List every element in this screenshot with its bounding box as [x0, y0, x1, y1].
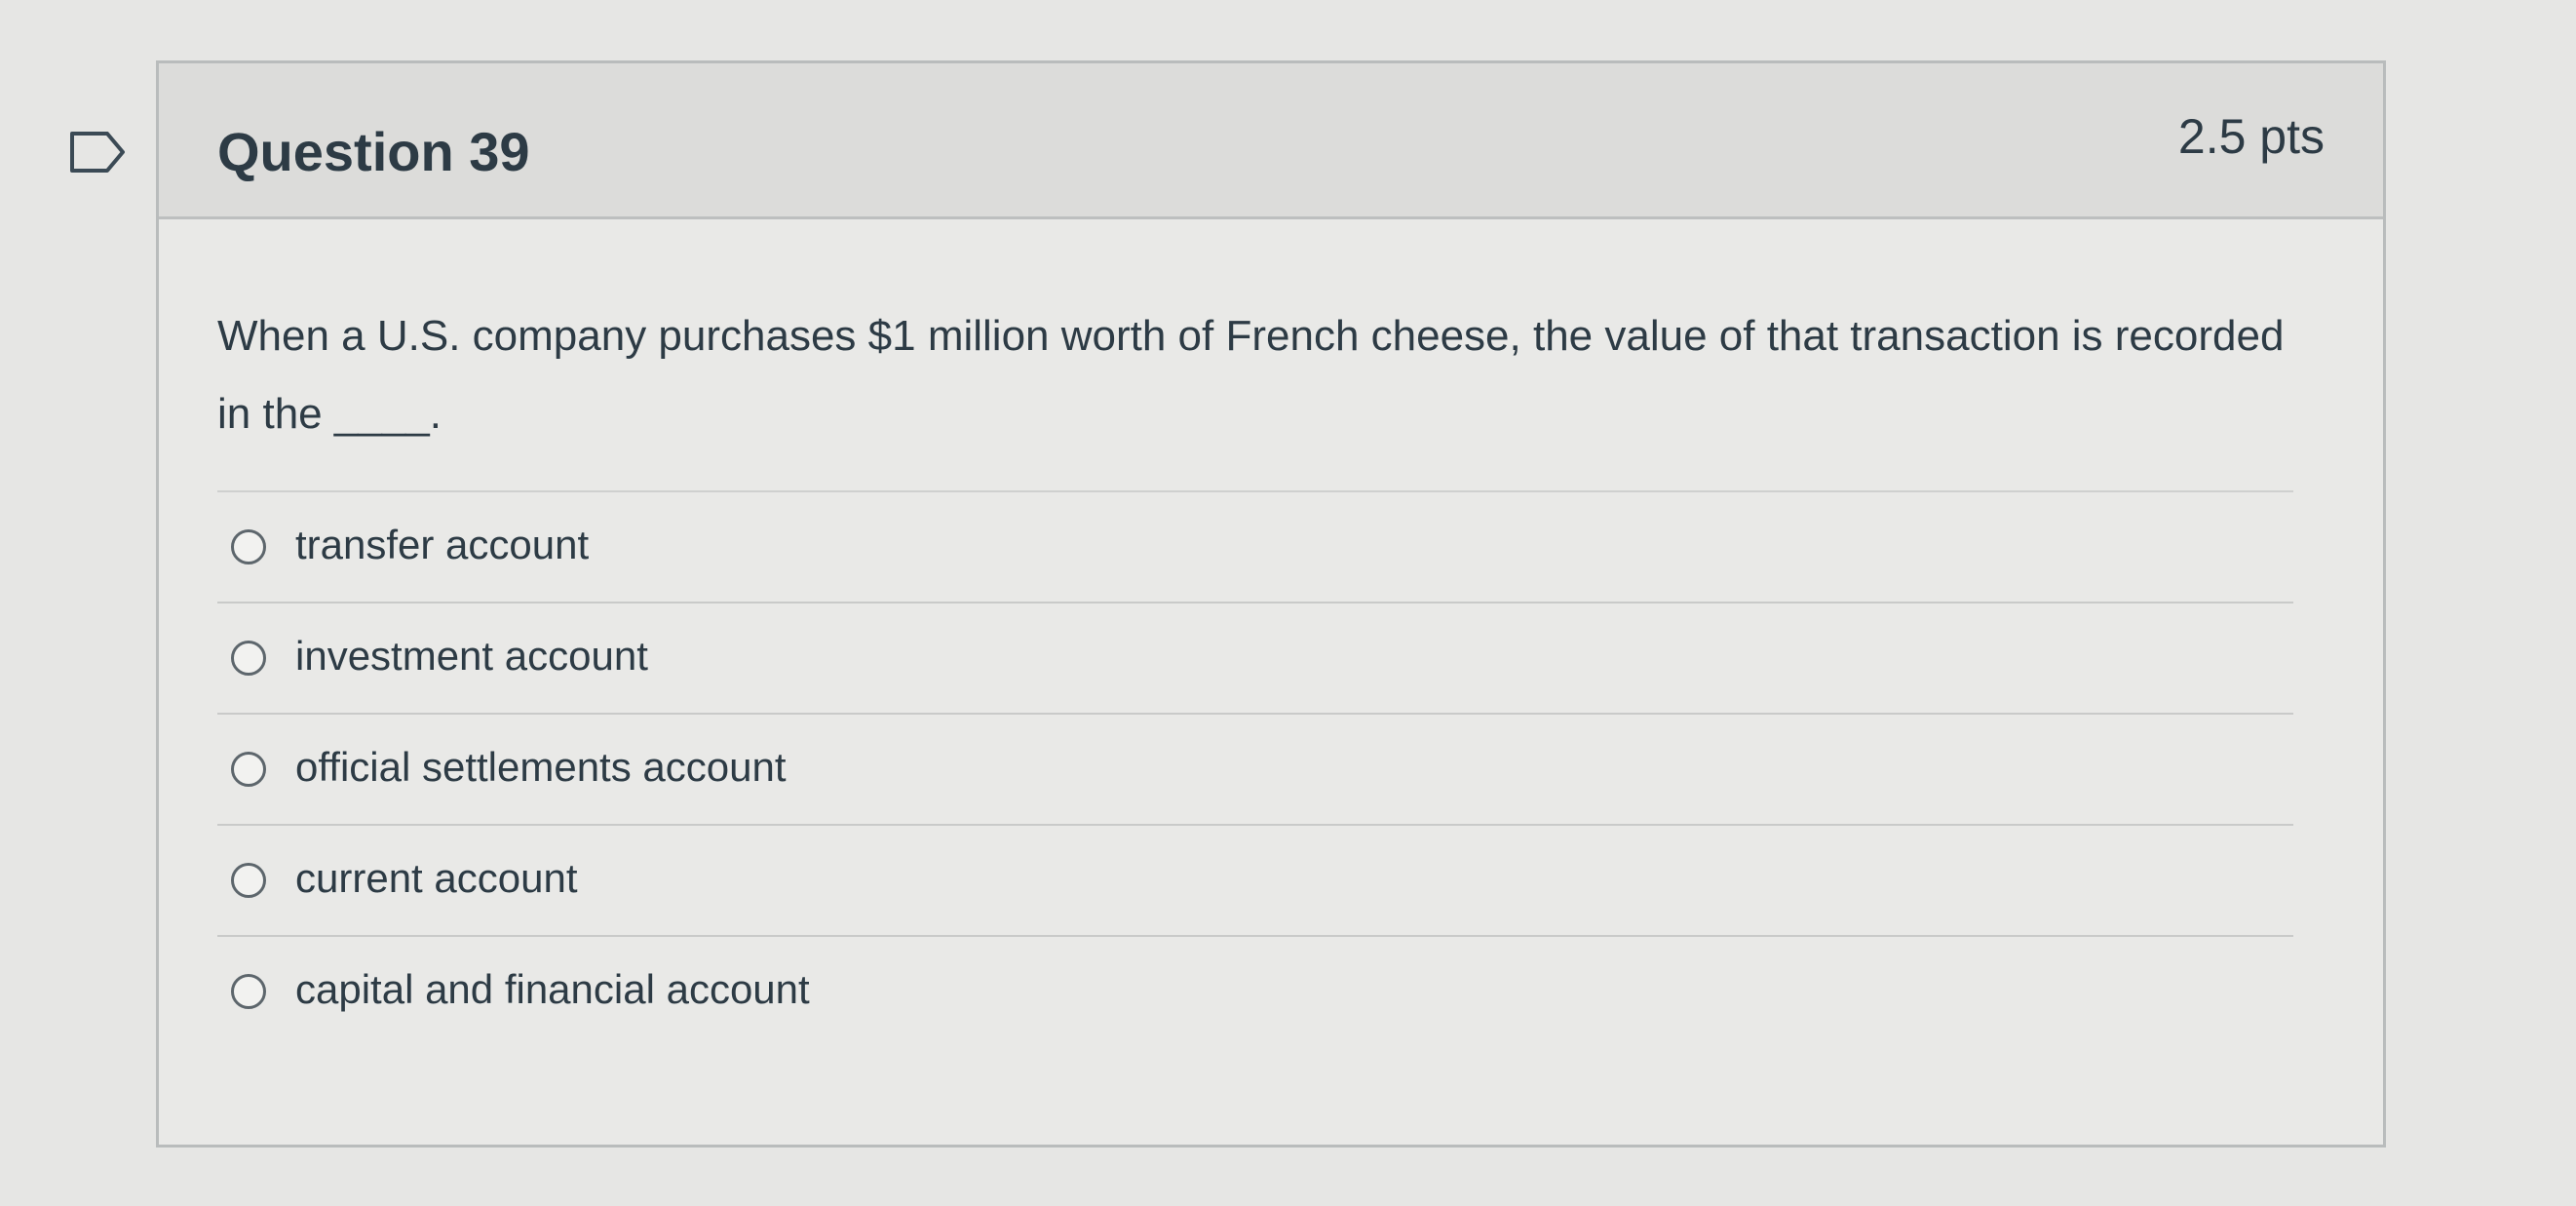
answer-list: transfer account investment account offi… — [217, 490, 2293, 1048]
question-header: Question 39 2.5 pts — [159, 63, 2383, 219]
answer-label[interactable]: capital and financial account — [295, 966, 810, 1013]
question-card: Question 39 2.5 pts When a U.S. company … — [156, 60, 2386, 1148]
answer-label[interactable]: official settlements account — [295, 744, 787, 791]
radio-button[interactable] — [231, 529, 266, 564]
answer-label[interactable]: investment account — [295, 633, 648, 680]
radio-button[interactable] — [231, 641, 266, 676]
radio-button[interactable] — [231, 752, 266, 787]
answer-option[interactable]: transfer account — [217, 492, 2293, 603]
answer-label[interactable]: transfer account — [295, 522, 589, 568]
question-title: Question 39 — [217, 121, 530, 182]
answer-option[interactable]: official settlements account — [217, 715, 2293, 826]
flag-question-icon[interactable] — [68, 130, 129, 175]
answer-option[interactable]: investment account — [217, 603, 2293, 715]
answer-option[interactable]: current account — [217, 826, 2293, 937]
radio-button[interactable] — [231, 863, 266, 898]
question-text: When a U.S. company purchases $1 million… — [217, 312, 2285, 438]
question-points: 2.5 pts — [2177, 109, 2325, 164]
answer-option[interactable]: capital and financial account — [217, 937, 2293, 1048]
answer-label[interactable]: current account — [295, 855, 578, 902]
radio-button[interactable] — [231, 974, 266, 1009]
